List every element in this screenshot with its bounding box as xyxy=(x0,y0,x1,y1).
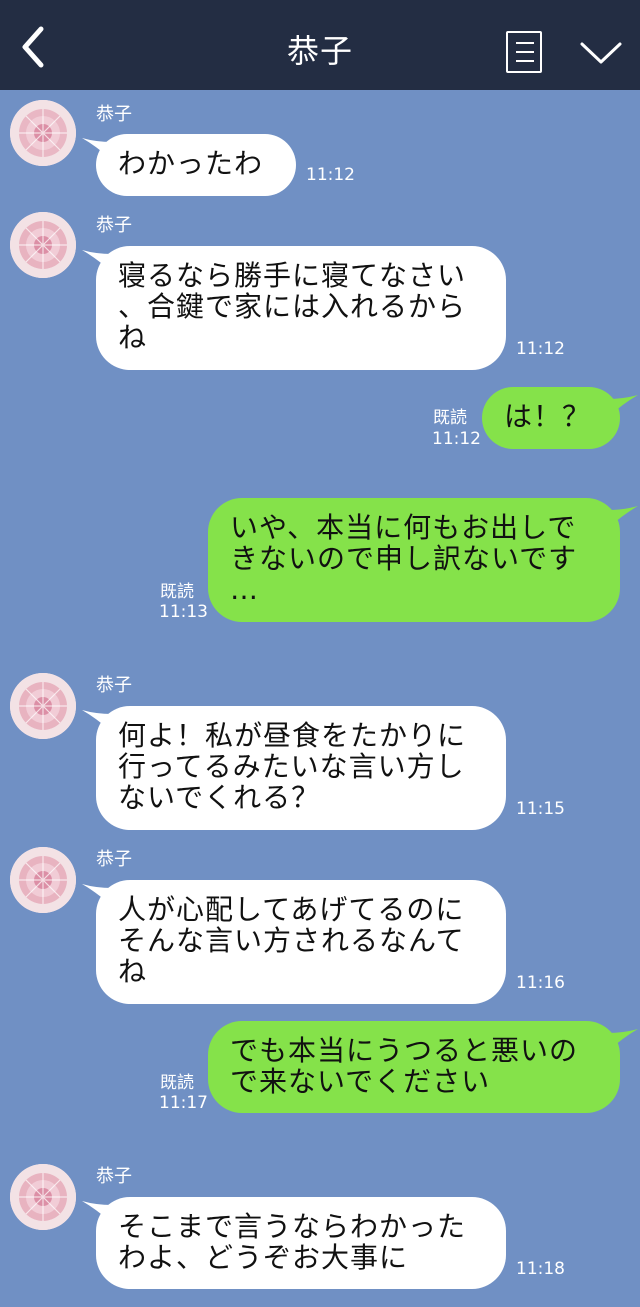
incoming-message-bubble[interactable]: 何よ！私が昼食をたかりに 行ってるみたいな言い方し ないでくれる？ xyxy=(96,706,506,830)
message-time: 11:17 xyxy=(159,1093,208,1113)
read-receipt: 既読 xyxy=(160,1073,194,1093)
bubble-tail xyxy=(608,506,638,528)
avatar[interactable] xyxy=(10,212,76,278)
chat-title: 恭子 xyxy=(286,32,353,70)
sender-name: 恭子 xyxy=(96,104,132,125)
outgoing-message-bubble[interactable]: いや、本当に何もお出しで きないので申し訳ないです … xyxy=(208,498,620,622)
incoming-message-bubble[interactable]: そこまで言うならわかった わよ、どうぞお大事に xyxy=(96,1197,506,1289)
read-receipt: 既読 xyxy=(160,582,194,602)
notes-icon-line xyxy=(516,51,534,53)
outgoing-message-bubble[interactable]: は！？ xyxy=(482,387,620,449)
flower-avatar-icon xyxy=(10,100,76,166)
avatar[interactable] xyxy=(10,1164,76,1230)
outgoing-message-bubble[interactable]: でも本当にうつると悪いの で来ないでください xyxy=(208,1021,620,1113)
chat-header: 恭子 xyxy=(0,0,640,90)
message-time: 11:18 xyxy=(516,1259,565,1279)
notes-button[interactable] xyxy=(506,31,542,73)
message-time: 11:12 xyxy=(432,429,481,449)
incoming-message-bubble[interactable]: わかったわ xyxy=(96,134,296,196)
sender-name: 恭子 xyxy=(96,849,132,870)
message-time: 11:12 xyxy=(516,339,565,359)
bubble-tail xyxy=(608,395,638,417)
read-receipt: 既読 xyxy=(433,408,467,428)
flower-avatar-icon xyxy=(10,673,76,739)
message-time: 11:15 xyxy=(516,799,565,819)
message-time: 11:13 xyxy=(159,602,208,622)
bubble-tail xyxy=(608,1029,638,1051)
sender-name: 恭子 xyxy=(96,675,132,696)
sender-name: 恭子 xyxy=(96,1166,132,1187)
notes-icon-line xyxy=(516,42,534,44)
avatar[interactable] xyxy=(10,673,76,739)
avatar[interactable] xyxy=(10,100,76,166)
chat-screen: 恭子 恭子 わかったわ 11:12 恭子 寝るなら勝手に寝てなさい 、合鍵で家に… xyxy=(0,0,640,1307)
menu-button[interactable] xyxy=(578,38,624,68)
incoming-message-bubble[interactable]: 人が心配してあげてるのに そんな言い方されるなんて ね xyxy=(96,880,506,1004)
flower-avatar-icon xyxy=(10,212,76,278)
incoming-message-bubble[interactable]: 寝るなら勝手に寝てなさい 、合鍵で家には入れるから ね xyxy=(96,246,506,370)
flower-avatar-icon xyxy=(10,847,76,913)
chevron-down-icon xyxy=(580,42,622,64)
avatar[interactable] xyxy=(10,847,76,913)
message-time: 11:12 xyxy=(306,165,355,185)
sender-name: 恭子 xyxy=(96,215,132,236)
message-time: 11:16 xyxy=(516,973,565,993)
notes-icon-line xyxy=(516,60,534,62)
flower-avatar-icon xyxy=(10,1164,76,1230)
